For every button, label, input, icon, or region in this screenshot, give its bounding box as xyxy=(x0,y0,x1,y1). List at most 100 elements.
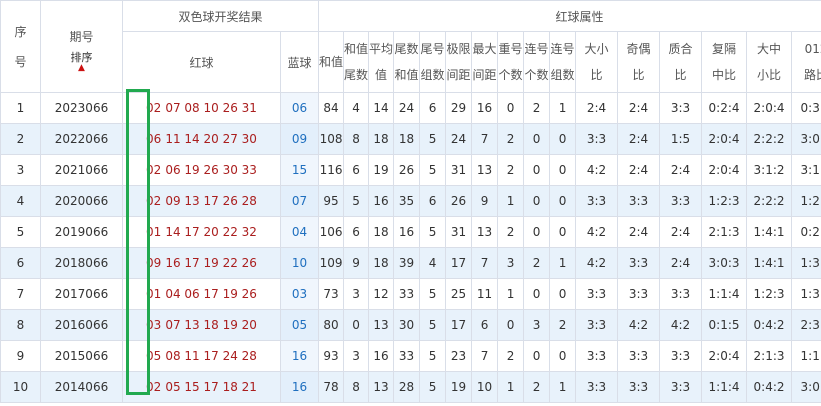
header-attr-13-line1: 中比 xyxy=(712,68,737,82)
row-attr-0: 108 xyxy=(318,123,345,155)
row-attr-11: 2:4 xyxy=(617,154,661,186)
row-attr-2: 13 xyxy=(368,371,395,403)
row-attr-12: 3:3 xyxy=(659,185,703,217)
table-row: 7 2017066 01 04 06 17 19 26 03 73 3 12 33 5 25 11 1 0… xyxy=(0,278,821,310)
row-red-balls: 03 07 13 18 19 20 xyxy=(122,309,281,341)
row-attr-10: 2:4 xyxy=(575,92,619,124)
row-attr-13: 0:1:5 xyxy=(701,309,748,341)
header-attr-11: 奇偶比 xyxy=(617,31,661,93)
row-attr-6: 9 xyxy=(471,185,499,217)
row-attr-11: 4:2 xyxy=(617,309,661,341)
header-attr-9-line0: 连号 xyxy=(550,42,575,56)
first-red-ball: 01 xyxy=(146,287,162,301)
first-red-ball: 02 xyxy=(146,380,162,394)
row-attr-1: 3 xyxy=(343,278,370,310)
row-attr-2: 19 xyxy=(368,154,395,186)
row-attr-15: 1:3:2 xyxy=(791,278,821,310)
row-blue-ball: 03 xyxy=(279,278,320,310)
header-attr-6: 最大 间距 xyxy=(471,31,499,93)
header-attr-11-line0: 奇偶 xyxy=(626,42,651,56)
row-attr-0: 84 xyxy=(318,92,345,124)
header-attr-6-line1: 间距 xyxy=(472,68,497,82)
arrow-up-icon[interactable]: ▲ xyxy=(78,63,85,72)
row-attr-6: 6 xyxy=(471,309,499,341)
row-red-balls: 01 04 06 17 19 26 xyxy=(122,278,281,310)
header-attr-3: 尾数 和值 xyxy=(393,31,421,93)
row-issue: 2020066 xyxy=(40,185,123,217)
header-attr-9: 连号 组数 xyxy=(549,31,577,93)
row-attr-9: 2 xyxy=(549,309,577,341)
header-attr-5: 极限 间距 xyxy=(445,31,473,93)
header-attr-14-line1: 小比 xyxy=(757,68,782,82)
row-serial: 2 xyxy=(0,123,41,155)
row-attr-9: 0 xyxy=(549,216,577,248)
row-attr-15: 1:1:4 xyxy=(791,340,821,372)
row-serial: 8 xyxy=(0,309,41,341)
row-attr-6: 10 xyxy=(471,371,499,403)
row-attr-7: 2 xyxy=(497,216,525,248)
header-draw-result: 双色球开奖结果 xyxy=(121,0,320,32)
first-red-ball: 05 xyxy=(146,349,162,363)
row-attr-13: 1:1:4 xyxy=(701,371,748,403)
other-red-balls: 05 15 17 18 21 xyxy=(165,380,257,394)
row-attr-12: 3:3 xyxy=(659,92,703,124)
header-issue-label: 期号 xyxy=(69,29,94,44)
header-attr-15-line0: 012 xyxy=(804,42,821,56)
header-attr-15: 012 路比 xyxy=(791,31,821,93)
row-attr-13: 2:1:3 xyxy=(701,216,748,248)
header-attr-8-line0: 连号 xyxy=(524,42,549,56)
header-attr-12: 质合比 xyxy=(659,31,703,93)
other-red-balls: 04 06 17 19 26 xyxy=(165,287,257,301)
row-issue: 2022066 xyxy=(40,123,123,155)
header-attr-group: 红球属性 xyxy=(318,0,821,32)
row-attr-9: 0 xyxy=(549,123,577,155)
row-attr-7: 2 xyxy=(497,123,525,155)
row-attr-5: 23 xyxy=(445,340,473,372)
header-attr-14-line0: 大中 xyxy=(757,42,782,56)
row-attr-0: 109 xyxy=(318,247,345,279)
row-attr-2: 16 xyxy=(368,185,395,217)
row-issue: 2015066 xyxy=(40,340,123,372)
sort-label[interactable]: 排序 xyxy=(71,51,93,64)
row-attr-10: 3:3 xyxy=(575,371,619,403)
row-attr-0: 80 xyxy=(318,309,345,341)
row-attr-8: 2 xyxy=(523,92,551,124)
row-attr-14: 0:4:2 xyxy=(746,371,793,403)
row-issue: 2023066 xyxy=(40,92,123,124)
header-attr-10-line0: 大小 xyxy=(584,42,609,56)
row-attr-5: 24 xyxy=(445,123,473,155)
sort-button[interactable]: 排序 ▲ xyxy=(71,51,93,72)
row-attr-5: 17 xyxy=(445,247,473,279)
row-serial: 1 xyxy=(0,92,41,124)
first-red-ball: 01 xyxy=(146,225,162,239)
header-attr-5-line1: 间距 xyxy=(446,68,471,82)
header-blue-ball: 蓝球 xyxy=(279,31,320,93)
row-attr-14: 1:4:1 xyxy=(746,247,793,279)
row-blue-ball: 09 xyxy=(279,123,320,155)
row-attr-11: 2:4 xyxy=(617,216,661,248)
row-blue-ball: 06 xyxy=(279,92,320,124)
row-attr-7: 0 xyxy=(497,309,525,341)
row-attr-3: 18 xyxy=(393,123,421,155)
row-attr-14: 1:2:3 xyxy=(746,278,793,310)
row-attr-4: 5 xyxy=(419,309,447,341)
header-attr-7-line0: 重号 xyxy=(498,42,523,56)
table-row: 6 2018066 09 16 17 19 22 26 10 109 9 18 39 4 17 7 3 2… xyxy=(0,247,821,279)
row-serial: 7 xyxy=(0,278,41,310)
row-attr-12: 2:4 xyxy=(659,154,703,186)
header-red-ball: 红球 xyxy=(122,31,281,93)
header-attr-13-line0: 复隔 xyxy=(712,42,737,56)
header-serial-line2: 号 xyxy=(14,54,27,69)
row-attr-1: 3 xyxy=(343,340,370,372)
row-attr-0: 78 xyxy=(318,371,345,403)
row-attr-11: 3:3 xyxy=(617,185,661,217)
header-attr-8-line1: 个数 xyxy=(524,68,549,82)
row-attr-13: 0:2:4 xyxy=(701,92,748,124)
row-attr-8: 2 xyxy=(523,371,551,403)
row-attr-2: 18 xyxy=(368,216,395,248)
row-attr-8: 0 xyxy=(523,123,551,155)
row-attr-15: 1:2:3 xyxy=(791,185,821,217)
row-serial: 10 xyxy=(0,371,41,403)
row-attr-12: 3:3 xyxy=(659,278,703,310)
header-attr-4: 尾号 组数 xyxy=(419,31,447,93)
